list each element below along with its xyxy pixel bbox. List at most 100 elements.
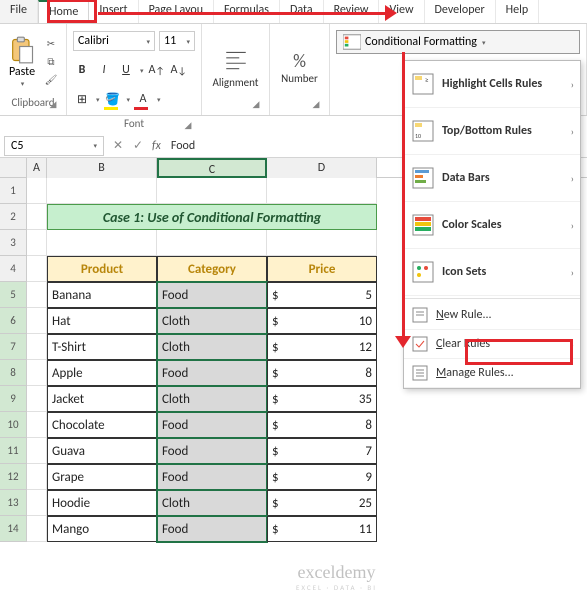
cell-price[interactable]: $25	[267, 490, 377, 516]
cell-product[interactable]: Apple	[47, 360, 157, 386]
cell-price[interactable]: $5	[267, 282, 377, 308]
cell-price[interactable]: $7	[267, 438, 377, 464]
copy-button[interactable]: ⧉	[42, 53, 60, 69]
cell[interactable]	[27, 412, 47, 438]
cell-product[interactable]: Hoodie	[47, 490, 157, 516]
cell[interactable]	[27, 360, 47, 386]
select-all-corner[interactable]	[0, 158, 27, 177]
font-size-select[interactable]: 11▾	[159, 31, 195, 51]
decrease-font-button[interactable]: A↓	[170, 61, 188, 79]
name-box[interactable]: C5▾	[4, 136, 104, 156]
cell[interactable]	[27, 438, 47, 464]
cell-product[interactable]: T-Shirt	[47, 334, 157, 360]
cell-price[interactable]: $10	[267, 308, 377, 334]
cell[interactable]	[27, 490, 47, 516]
cell-price[interactable]: $8	[267, 412, 377, 438]
row-header[interactable]: 5	[0, 282, 27, 308]
cell[interactable]	[267, 178, 377, 204]
fx-icon[interactable]: fx	[148, 139, 165, 153]
cell-product[interactable]: Mango	[47, 516, 157, 542]
title-cell[interactable]: Case 1: Use of Conditional Formatting	[47, 204, 377, 230]
col-header-D[interactable]: D	[267, 158, 377, 178]
paste-button[interactable]: Paste▾	[6, 33, 38, 90]
tab-home[interactable]: Home	[38, 0, 89, 23]
row-header[interactable]: 10	[0, 412, 27, 438]
cell[interactable]	[157, 230, 267, 256]
cell-price[interactable]: $35	[267, 386, 377, 412]
cell[interactable]	[27, 230, 47, 256]
font-name-select[interactable]: Calibri▾	[73, 31, 155, 51]
cell[interactable]	[47, 178, 157, 204]
cut-button[interactable]: ✂	[42, 35, 60, 51]
row-header[interactable]: 6	[0, 308, 27, 334]
tab-help[interactable]: Help	[496, 0, 540, 23]
cell-price[interactable]: $11	[267, 516, 377, 542]
cell[interactable]	[27, 178, 47, 204]
cell-price[interactable]: $12	[267, 334, 377, 360]
col-header-C[interactable]: C	[157, 158, 267, 178]
cell[interactable]	[27, 308, 47, 334]
cell[interactable]	[27, 204, 47, 230]
menu-icon-sets[interactable]: Icon Sets›	[404, 249, 580, 296]
col-header-A[interactable]: A	[27, 158, 47, 178]
menu-highlight-cells-rules[interactable]: ≥ Highlight Cells Rules›	[404, 61, 580, 108]
cell-category[interactable]: Food	[157, 412, 267, 438]
cell[interactable]	[27, 386, 47, 412]
cancel-formula-button[interactable]: ✕	[108, 138, 128, 153]
row-header[interactable]: 8	[0, 360, 27, 386]
row-header[interactable]: 2	[0, 204, 27, 230]
cell-category[interactable]: Cloth	[157, 334, 267, 360]
menu-data-bars[interactable]: Data Bars›	[404, 155, 580, 202]
cell-product[interactable]: Grape	[47, 464, 157, 490]
menu-new-rule[interactable]: New Rule...	[404, 301, 580, 330]
cell-category[interactable]: Food	[157, 516, 267, 542]
cell-product[interactable]: Banana	[47, 282, 157, 308]
conditional-formatting-button[interactable]: Conditional Formatting▾	[336, 30, 580, 54]
cell-category[interactable]: Food	[157, 464, 267, 490]
header-price[interactable]: Price	[267, 256, 377, 282]
cell-category[interactable]: Food	[157, 438, 267, 464]
cell-category[interactable]: Food	[157, 282, 267, 308]
cell[interactable]	[157, 178, 267, 204]
cell-category[interactable]: Food	[157, 360, 267, 386]
row-header[interactable]: 1	[0, 178, 27, 204]
italic-button[interactable]: I	[95, 61, 113, 79]
row-header[interactable]: 9	[0, 386, 27, 412]
row-header[interactable]: 12	[0, 464, 27, 490]
dialog-launcher-icon[interactable]: ◢	[48, 99, 58, 109]
percent-icon[interactable]: %	[293, 50, 306, 72]
cell-category[interactable]: Cloth	[157, 386, 267, 412]
menu-top-bottom-rules[interactable]: 10 Top/Bottom Rules›	[404, 108, 580, 155]
dialog-launcher-icon[interactable]: ◢	[251, 99, 261, 109]
cell-price[interactable]: $8	[267, 360, 377, 386]
col-header-B[interactable]: B	[47, 158, 157, 178]
row-header[interactable]: 3	[0, 230, 27, 256]
row-header[interactable]: 7	[0, 334, 27, 360]
cell-category[interactable]: Cloth	[157, 308, 267, 334]
cell[interactable]	[47, 230, 157, 256]
tab-developer[interactable]: Developer	[425, 0, 496, 23]
cell[interactable]	[27, 464, 47, 490]
cell[interactable]	[27, 256, 47, 282]
cell[interactable]	[27, 282, 47, 308]
row-header[interactable]: 14	[0, 516, 27, 542]
cell[interactable]	[27, 516, 47, 542]
row-header[interactable]: 4	[0, 256, 27, 282]
enter-formula-button[interactable]: ✓	[128, 138, 148, 153]
header-product[interactable]: Product	[47, 256, 157, 282]
menu-manage-rules[interactable]: Manage Rules...	[404, 359, 580, 388]
dialog-launcher-icon[interactable]: ◢	[183, 120, 193, 130]
cell-product[interactable]: Jacket	[47, 386, 157, 412]
menu-color-scales[interactable]: Color Scales›	[404, 202, 580, 249]
tab-file[interactable]: File	[0, 0, 38, 23]
dialog-launcher-icon[interactable]: ◢	[311, 99, 321, 109]
row-header[interactable]: 11	[0, 438, 27, 464]
bold-button[interactable]: B	[73, 61, 91, 79]
format-painter-button[interactable]: 🖌	[42, 71, 60, 87]
cell-product[interactable]: Hat	[47, 308, 157, 334]
cell-category[interactable]: Cloth	[157, 490, 267, 516]
row-header[interactable]: 13	[0, 490, 27, 516]
cell-price[interactable]: $9	[267, 464, 377, 490]
header-category[interactable]: Category	[157, 256, 267, 282]
increase-font-button[interactable]: A↑	[148, 61, 166, 79]
